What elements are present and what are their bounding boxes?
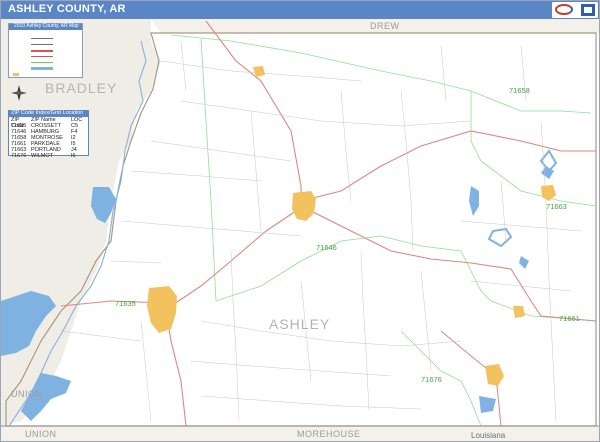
zip-loc: I6 xyxy=(71,153,76,159)
town-parkdale xyxy=(513,306,525,318)
lake-east-1 xyxy=(469,186,479,216)
publisher-logo xyxy=(552,2,598,18)
state-label-louisiana: Louisiana xyxy=(471,431,506,440)
map-title: ASHLEY COUNTY, AR xyxy=(8,3,126,15)
town-crossett xyxy=(147,286,177,333)
legend-swatch-water xyxy=(31,67,53,70)
legend-swatch-highway xyxy=(31,50,53,52)
zip-index-body: ZIP Code ZIP Name LOC 71635 CROSSETT C5 … xyxy=(11,117,87,159)
town-portland xyxy=(541,185,556,201)
lake-southeast xyxy=(479,396,496,413)
zip-index-row: 71676 WILMOT I6 xyxy=(11,153,87,159)
logo-badge-icon xyxy=(581,4,595,16)
zip-label-71646: 71646 xyxy=(316,243,337,252)
neighbor-label-drew: DREW xyxy=(370,21,400,31)
oxbow-east-1 xyxy=(487,227,513,248)
legend-swatch-zip xyxy=(31,62,53,63)
zip-index-title: ZIP Code Index/Grid Location xyxy=(11,110,84,116)
neighbor-label-bradley: BRADLEY xyxy=(45,80,118,96)
town-wilmot xyxy=(485,364,504,386)
legend-swatch-city xyxy=(13,73,19,76)
zip-label-71661: 71661 xyxy=(559,314,580,323)
towns xyxy=(147,66,556,386)
zip-code-index: ZIP Code Index/Grid Location ZIP Code ZI… xyxy=(8,110,89,159)
county-label: ASHLEY xyxy=(269,316,331,332)
logo-swoosh-icon xyxy=(555,4,573,15)
highway-hamburg-southeast xyxy=(310,210,597,322)
map-legend: 2010 Ashley County, AR Map xyxy=(8,23,83,78)
zip-label-71663: 71663 xyxy=(546,202,567,211)
legend-title: 2010 Ashley County, AR Map xyxy=(14,23,79,29)
neighbor-label-morehouse: MOREHOUSE xyxy=(297,429,361,439)
zip-boundary-3 xyxy=(215,235,597,322)
north-arrow-icon xyxy=(11,85,27,101)
map-frame: ASHLEY COUNTY, AR 2010 Ashley County, AR… xyxy=(0,0,600,442)
legend-swatch-boundary-2 xyxy=(31,44,53,45)
lake-east-3 xyxy=(519,256,529,269)
zip-label-71676: 71676 xyxy=(421,375,442,384)
zip-boundary-1 xyxy=(170,34,592,114)
zip-boundary-5 xyxy=(200,38,217,302)
zip-code: 71676 xyxy=(11,153,27,159)
zip-name: WILMOT xyxy=(31,153,53,159)
neighbor-label-union-south: UNION xyxy=(25,429,57,439)
zip-label-71658: 71658 xyxy=(509,86,530,95)
highway-crossett-hamburg xyxy=(170,210,297,307)
town-hamburg xyxy=(292,191,316,221)
neighbor-label-union-sw: UNION xyxy=(11,389,43,399)
zip-boundary-2 xyxy=(470,91,597,207)
zip-label-71635: 71635 xyxy=(115,299,136,308)
legend-swatch-boundary xyxy=(31,38,53,39)
legend-header: 2010 Ashley County, AR Map xyxy=(9,23,82,30)
legend-swatch-road xyxy=(31,56,53,57)
title-bar: ASHLEY COUNTY, AR xyxy=(1,1,599,19)
